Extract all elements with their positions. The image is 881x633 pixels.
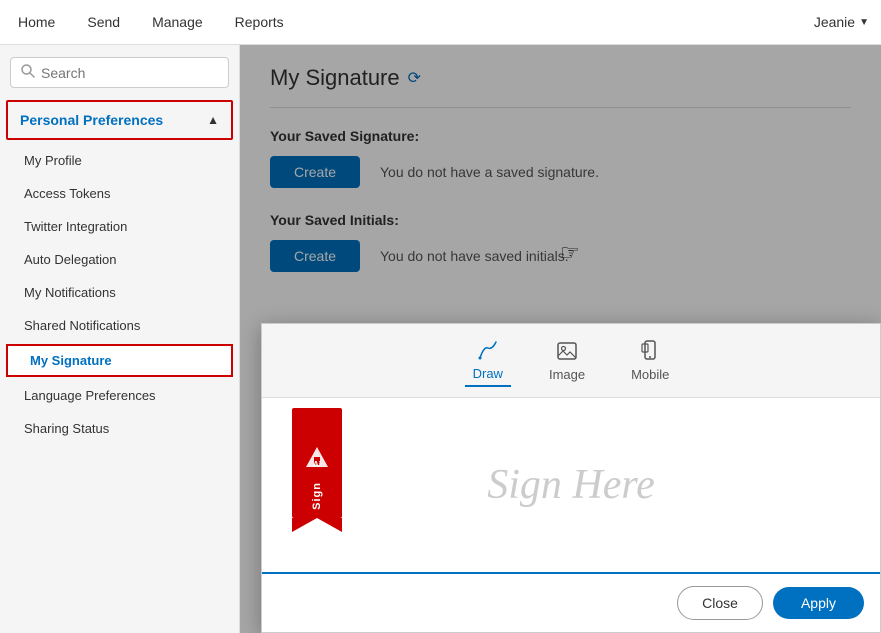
modal-overlay: Draw Image [240, 45, 881, 633]
tab-mobile[interactable]: Mobile [623, 335, 677, 386]
sidebar-item-language-preferences[interactable]: Language Preferences [0, 379, 239, 412]
layout: Personal Preferences ▲ My Profile Access… [0, 45, 881, 633]
sidebar-item-auto-delegation[interactable]: Auto Delegation [0, 243, 239, 276]
close-button[interactable]: Close [677, 586, 763, 620]
search-icon [21, 64, 35, 81]
user-menu-arrow: ▼ [859, 17, 869, 28]
adobe-icon: Ai [304, 445, 330, 478]
sidebar-item-sharing-status[interactable]: Sharing Status [0, 412, 239, 445]
nav-reports[interactable]: Reports [229, 10, 290, 34]
personal-preferences-header[interactable]: Personal Preferences ▲ [8, 102, 231, 138]
apply-button[interactable]: Apply [773, 587, 864, 619]
tab-draw[interactable]: Draw [465, 334, 511, 387]
user-name: Jeanie [814, 14, 855, 30]
sidebar-item-my-notifications[interactable]: My Notifications [0, 276, 239, 309]
mobile-icon [638, 339, 662, 363]
tab-mobile-label: Mobile [631, 367, 669, 382]
user-menu[interactable]: Jeanie ▼ [814, 14, 869, 30]
search-input[interactable] [41, 65, 218, 81]
search-box[interactable] [10, 57, 229, 88]
flag-sign-label: Sign [311, 482, 323, 510]
sidebar-item-shared-notifications[interactable]: Shared Notifications [0, 309, 239, 342]
personal-preferences-label: Personal Preferences [20, 112, 163, 128]
sidebar-item-twitter-integration[interactable]: Twitter Integration [0, 210, 239, 243]
nav-send[interactable]: Send [81, 10, 126, 34]
tab-image-label: Image [549, 367, 585, 382]
personal-preferences-section: Personal Preferences ▲ [6, 100, 233, 140]
modal-body[interactable]: Ai Sign Sign Here [262, 398, 880, 574]
sidebar-item-access-tokens[interactable]: Access Tokens [0, 177, 239, 210]
nav-home[interactable]: Home [12, 10, 61, 34]
tab-draw-label: Draw [473, 366, 503, 381]
nav-manage[interactable]: Manage [146, 10, 209, 34]
sidebar: Personal Preferences ▲ My Profile Access… [0, 45, 240, 633]
svg-text:Ai: Ai [313, 460, 321, 469]
signature-modal: Draw Image [261, 323, 881, 633]
chevron-up-icon: ▲ [207, 113, 219, 127]
sign-flag: Ai Sign [292, 408, 342, 518]
nav-items: Home Send Manage Reports [12, 10, 290, 34]
sidebar-item-my-profile[interactable]: My Profile [0, 144, 239, 177]
sidebar-item-my-signature[interactable]: My Signature [6, 344, 233, 377]
draw-icon [476, 338, 500, 362]
top-nav: Home Send Manage Reports Jeanie ▼ [0, 0, 881, 45]
main-content: My Signature ⟳ Your Saved Signature: Cre… [240, 45, 881, 633]
modal-footer: Close Apply [262, 574, 880, 632]
modal-toolbar: Draw Image [262, 324, 880, 398]
tab-image[interactable]: Image [541, 335, 593, 386]
sign-here-placeholder: Sign Here [487, 461, 655, 509]
image-icon [555, 339, 579, 363]
